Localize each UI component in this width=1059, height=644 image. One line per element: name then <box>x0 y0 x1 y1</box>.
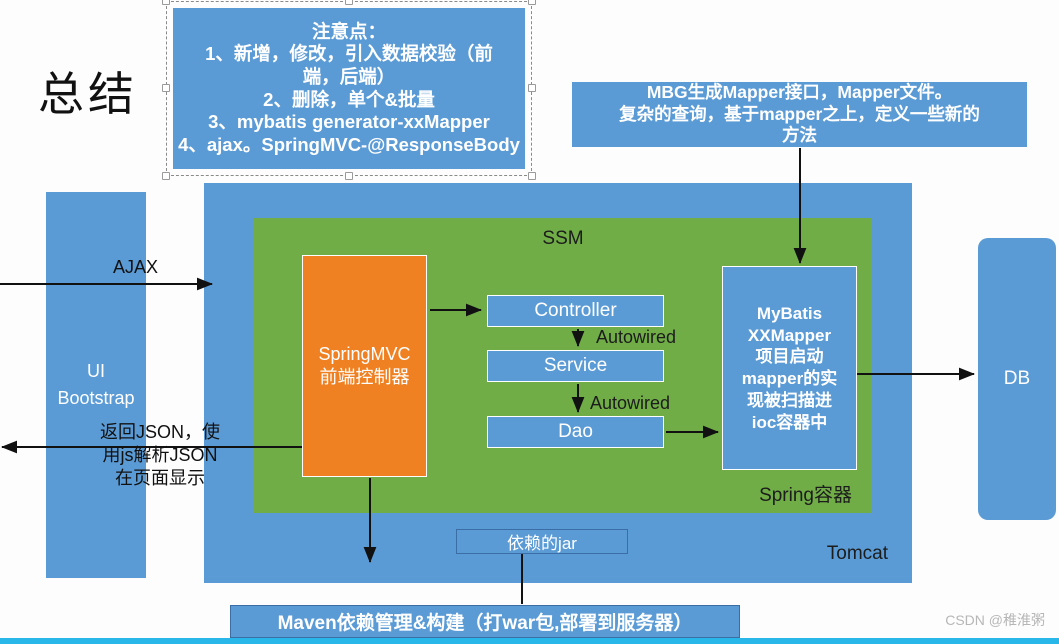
resize-handle-middle-left[interactable] <box>162 84 170 92</box>
mybatis-line-0: MyBatis <box>756 303 823 323</box>
bottom-accent-bar <box>0 638 1059 644</box>
mybatis-line-3: mapper的实 <box>741 369 838 388</box>
mybatis-line-4: 现被扫描进 <box>747 390 832 410</box>
mybatis-line-2: 项目启动 <box>755 347 824 367</box>
mybatis-mapper-node[interactable]: MyBatis XXMapper 项目启动 mapper的实 现被扫描进 ioc… <box>722 266 857 470</box>
note-line-0: 注意点： <box>311 20 386 42</box>
resize-handle-top-right[interactable] <box>528 0 536 5</box>
ui-bootstrap-node[interactable]: UI Bootstrap <box>46 192 146 578</box>
resize-handle-top-center[interactable] <box>345 0 353 5</box>
autowired-label-1: Autowired <box>596 327 677 347</box>
ssm-label: SSM <box>542 228 584 249</box>
return-json-edge-label: 返回JSON，使用js解析JSON在页面显示 <box>100 422 221 489</box>
springmvc-label-line2: 前端控制器 <box>319 367 410 387</box>
mybatis-line-5: ioc容器中 <box>751 412 828 432</box>
page-title: 总结 <box>38 67 138 121</box>
service-node[interactable]: Service <box>487 350 664 382</box>
note-line-3: 2、删除，单个&批量 <box>263 88 435 110</box>
note-line-4: 3、mybatis generator-xxMapper <box>208 111 490 133</box>
note-line-2: 端，后端） <box>302 65 396 87</box>
mybatis-line-1: XXMapper <box>747 325 832 345</box>
autowired-label-2: Autowired <box>590 393 671 413</box>
database-node[interactable]: DB <box>978 238 1056 520</box>
dao-node[interactable]: Dao <box>487 416 664 448</box>
tomcat-label: Tomcat <box>826 543 888 564</box>
slide-canvas: 总结 Tomcat SSM Spring容器 SpringMVC 前端控制器 C… <box>0 0 1059 644</box>
mbg-note-box[interactable]: MBG生成Mapper接口，Mapper文件。 复杂的查询，基于mapper之上… <box>572 82 1027 147</box>
ajax-edge-label: AJAX <box>113 257 159 277</box>
controller-node[interactable]: Controller <box>487 295 664 327</box>
dependency-jar-node[interactable]: 依赖的jar <box>456 529 628 554</box>
mbg-note-line-1: 复杂的查询，基于mapper之上，定义一些新的 <box>619 103 980 124</box>
resize-handle-top-left[interactable] <box>162 0 170 5</box>
mbg-note-line-0: MBG生成Mapper接口，Mapper文件。 <box>646 82 953 103</box>
spring-container-label: Spring容器 <box>759 485 852 506</box>
csdn-watermark: CSDN @稚淮粥 <box>945 612 1045 628</box>
resize-handle-middle-right[interactable] <box>528 84 536 92</box>
springmvc-label-line1: SpringMVC <box>318 343 411 364</box>
resize-handle-bottom-center[interactable] <box>345 172 353 180</box>
springmvc-front-controller-node[interactable]: SpringMVC 前端控制器 <box>302 255 427 477</box>
note-line-1: 1、新增，修改，引入数据校验（前 <box>205 43 493 65</box>
mbg-note-line-2: 方法 <box>782 125 817 146</box>
resize-handle-bottom-right[interactable] <box>528 172 536 180</box>
maven-build-node[interactable]: Maven依赖管理&构建（打war包,部署到服务器） <box>230 605 740 638</box>
notes-text-box[interactable]: 注意点： 1、新增，修改，引入数据校验（前 端，后端） 2、删除，单个&批量 3… <box>173 8 525 169</box>
note-line-5: 4、ajax。SpringMVC-@ResponseBody <box>178 133 520 155</box>
resize-handle-bottom-left[interactable] <box>162 172 170 180</box>
